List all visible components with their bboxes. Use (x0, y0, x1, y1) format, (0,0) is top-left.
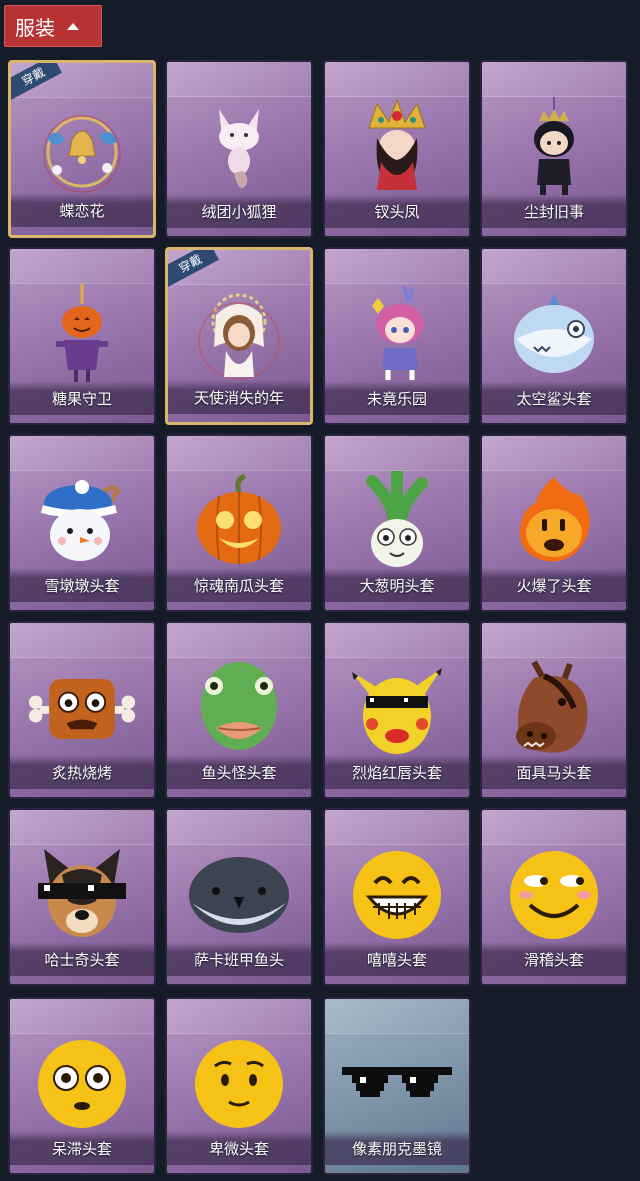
costume-name: 惊魂南瓜头套 (193, 576, 284, 595)
costume-label-bar: 蝶恋花 (11, 193, 153, 227)
costume-label-bar: 火爆了头套 (482, 568, 626, 602)
costume-label-bar: 惊魂南瓜头套 (167, 568, 311, 602)
costume-card[interactable]: 呆滞头套 (8, 997, 156, 1175)
dazed-emoji-head-icon (26, 1035, 138, 1133)
costume-card[interactable]: 尘封旧事 (480, 60, 628, 238)
costume-grid: 蝶恋花 穿戴 绒团小狐狸 钗头凤 尘封旧事 糖果守卫 天使消失的年 穿戴 未竟乐园 太空鲨头套 雪墩… (0, 0, 640, 1181)
costume-label-bar: 鱼头怪头套 (167, 755, 311, 789)
costume-card[interactable]: 滑稽头套 (480, 808, 628, 986)
costume-card[interactable]: 面具马头套 (480, 621, 628, 799)
costume-name: 鱼头怪头套 (201, 763, 277, 782)
costume-name: 烈焰红唇头套 (351, 763, 442, 782)
costume-card[interactable]: 大葱明头套 (323, 434, 471, 612)
fox-plush-icon (183, 98, 295, 196)
green-onion-head-icon (341, 471, 453, 570)
costume-label-bar: 萨卡班甲鱼头 (167, 942, 311, 976)
phoenix-crown-doll-icon (341, 98, 453, 196)
costume-card[interactable]: 哈士奇头套 (8, 808, 156, 986)
pumpkin-scarecrow-icon (26, 284, 138, 383)
costume-name: 钗头凤 (374, 202, 420, 221)
humble-emoji-head-icon (183, 1035, 295, 1133)
costume-card[interactable]: 绒团小狐狸 (165, 60, 313, 238)
costume-card[interactable]: 惊魂南瓜头套 (165, 434, 313, 612)
costume-name: 大葱明头套 (359, 576, 435, 595)
costume-card[interactable]: 雪墩墩头套 (8, 434, 156, 612)
costume-label-bar: 糖果守卫 (10, 381, 154, 415)
costume-label-bar: 嘻嘻头套 (325, 942, 469, 976)
worn-badge: 穿戴 (11, 63, 62, 103)
costume-name: 天使消失的年 (193, 388, 284, 407)
pixel-sunglasses-icon (341, 1035, 453, 1133)
costume-label-bar: 天使消失的年 (168, 380, 310, 414)
costume-label-bar: 哈士奇头套 (10, 942, 154, 976)
bbq-meat-head-icon (26, 659, 138, 757)
costume-card[interactable]: 蝶恋花 穿戴 (8, 60, 156, 238)
costume-name: 面具马头套 (516, 763, 592, 782)
snowman-head-icon (26, 472, 138, 570)
dark-hair-doll-icon (498, 97, 610, 196)
costume-name: 火爆了头套 (516, 576, 592, 595)
space-shark-head-icon (498, 285, 610, 383)
costume-label-bar: 面具马头套 (482, 755, 626, 789)
sacabambaspis-head-icon (183, 846, 295, 944)
costume-label-bar: 滑稽头套 (482, 942, 626, 976)
costume-card[interactable]: 萨卡班甲鱼头 (165, 808, 313, 986)
costume-label-bar: 烈焰红唇头套 (325, 755, 469, 789)
costume-name: 呆滞头套 (51, 1139, 112, 1158)
costume-name: 雪墩墩头套 (44, 576, 120, 595)
costume-card[interactable]: 像素朋克墨镜 (323, 997, 471, 1175)
costume-name: 哈士奇头套 (44, 950, 120, 969)
costume-card[interactable]: 未竟乐园 (323, 247, 471, 425)
worn-badge: 穿戴 (168, 250, 219, 290)
jack-o-lantern-icon (183, 472, 295, 570)
husky-head-icon (26, 846, 138, 944)
angel-girl-icon (184, 286, 294, 384)
costume-card[interactable]: 烈焰红唇头套 (323, 621, 471, 799)
costume-name: 炙热烧烤 (51, 763, 112, 782)
costume-name: 尘封旧事 (523, 202, 584, 221)
costume-name: 嘻嘻头套 (366, 950, 427, 969)
costume-label-bar: 卑微头套 (167, 1131, 311, 1165)
costume-label-bar: 呆滞头套 (10, 1131, 154, 1165)
fish-head-mask-icon (183, 659, 295, 757)
costume-card[interactable]: 天使消失的年 穿戴 (165, 247, 313, 425)
grinning-emoji-head-icon (341, 846, 453, 944)
pink-hair-doll-icon (341, 285, 453, 383)
costume-name: 卑微头套 (208, 1139, 269, 1158)
costume-card[interactable]: 嘻嘻头套 (323, 808, 471, 986)
costume-name: 绒团小狐狸 (201, 202, 277, 221)
costume-card[interactable]: 钗头凤 (323, 60, 471, 238)
costume-label-bar: 大葱明头套 (325, 568, 469, 602)
costume-label-bar: 未竟乐园 (325, 381, 469, 415)
costume-card[interactable]: 糖果守卫 (8, 247, 156, 425)
costume-name: 未竟乐园 (366, 389, 427, 408)
costume-label-bar: 钗头凤 (325, 194, 469, 228)
funny-emoji-head-icon (498, 846, 610, 944)
costume-name: 萨卡班甲鱼头 (193, 950, 284, 969)
costume-card[interactable]: 卑微头套 (165, 997, 313, 1175)
costume-name: 太空鲨头套 (516, 389, 592, 408)
costume-label-bar: 尘封旧事 (482, 194, 626, 228)
costume-label-bar: 雪墩墩头套 (10, 568, 154, 602)
yellow-lips-mask-icon (341, 659, 453, 757)
horse-mask-icon (498, 659, 610, 757)
costume-card[interactable]: 炙热烧烤 (8, 621, 156, 799)
costume-card[interactable]: 太空鲨头套 (480, 247, 628, 425)
costume-label-bar: 太空鲨头套 (482, 381, 626, 415)
costume-card[interactable]: 鱼头怪头套 (165, 621, 313, 799)
costume-name: 滑稽头套 (523, 950, 584, 969)
costume-name: 像素朋克墨镜 (351, 1139, 442, 1158)
costume-label-bar: 绒团小狐狸 (167, 194, 311, 228)
costume-card[interactable]: 火爆了头套 (480, 434, 628, 612)
costume-name: 糖果守卫 (51, 389, 112, 408)
costume-label-bar: 炙热烧烤 (10, 755, 154, 789)
butterfly-bell-ornament-icon (27, 99, 137, 197)
costume-name: 蝶恋花 (59, 201, 105, 220)
fire-spirit-head-icon (498, 472, 610, 570)
costume-label-bar: 像素朋克墨镜 (325, 1131, 469, 1165)
